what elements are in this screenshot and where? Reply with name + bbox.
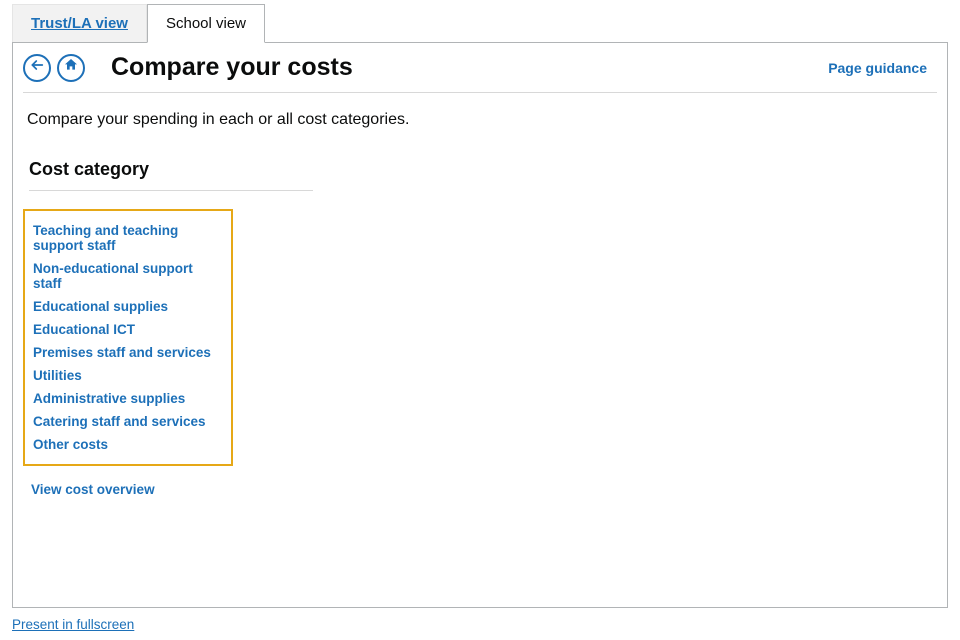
arrow-left-icon	[29, 57, 45, 78]
category-link[interactable]: Other costs	[33, 433, 223, 456]
tab-trust-la[interactable]: Trust/LA view	[12, 4, 147, 42]
header-divider	[23, 92, 937, 93]
category-link[interactable]: Educational supplies	[33, 295, 223, 318]
category-link[interactable]: Utilities	[33, 364, 223, 387]
tab-school[interactable]: School view	[147, 4, 265, 43]
present-fullscreen-link[interactable]: Present in fullscreen	[12, 617, 134, 632]
intro-text: Compare your spending in each or all cos…	[23, 111, 937, 129]
page-title: Compare your costs	[111, 53, 353, 82]
header-left: Compare your costs	[23, 53, 353, 82]
section-divider	[29, 190, 313, 191]
header-row: Compare your costs Page guidance	[23, 53, 937, 92]
main-panel: Compare your costs Page guidance Compare…	[12, 42, 948, 608]
tab-bar: Trust/LA view School view	[0, 0, 960, 42]
view-overview-link[interactable]: View cost overview	[23, 482, 937, 497]
category-list: Teaching and teaching support staff Non-…	[23, 209, 233, 466]
section-title: Cost category	[23, 159, 937, 180]
category-link[interactable]: Teaching and teaching support staff	[33, 219, 223, 257]
category-link[interactable]: Administrative supplies	[33, 387, 223, 410]
category-link[interactable]: Catering staff and services	[33, 410, 223, 433]
category-link[interactable]: Premises staff and services	[33, 341, 223, 364]
category-link[interactable]: Educational ICT	[33, 318, 223, 341]
page-guidance-link[interactable]: Page guidance	[828, 60, 927, 76]
home-icon	[63, 57, 79, 78]
back-button[interactable]	[23, 54, 51, 82]
category-link[interactable]: Non-educational support staff	[33, 257, 223, 295]
home-button[interactable]	[57, 54, 85, 82]
